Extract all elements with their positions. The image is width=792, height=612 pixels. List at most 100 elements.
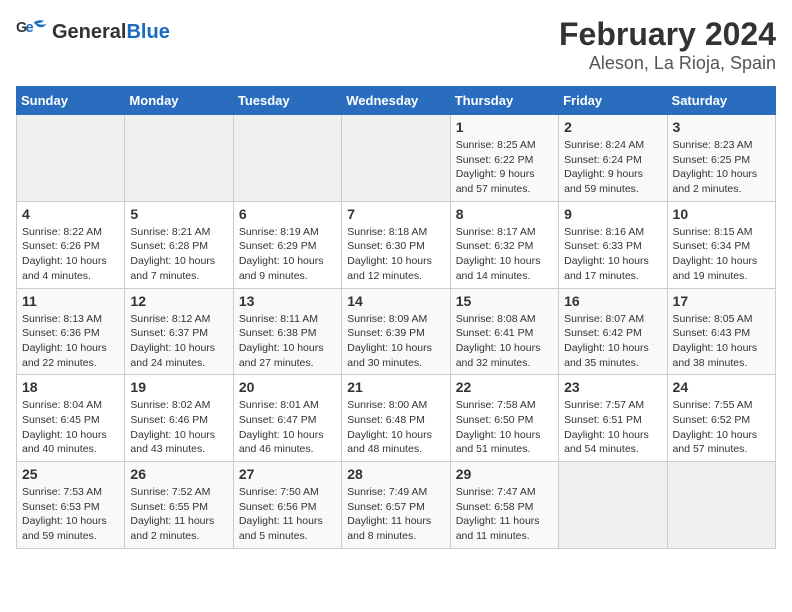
day-info: Sunrise: 7:52 AM Sunset: 6:55 PM Dayligh… [130, 485, 227, 544]
day-number: 12 [130, 293, 227, 309]
day-number: 5 [130, 206, 227, 222]
day-info: Sunrise: 7:58 AM Sunset: 6:50 PM Dayligh… [456, 398, 553, 457]
day-number: 3 [673, 119, 770, 135]
day-number: 23 [564, 379, 661, 395]
header-sunday: Sunday [17, 87, 125, 115]
title-block: February 2024 Aleson, La Rioja, Spain [559, 16, 776, 74]
day-info: Sunrise: 8:18 AM Sunset: 6:30 PM Dayligh… [347, 225, 444, 284]
calendar-cell [125, 115, 233, 202]
calendar-week-row: 18Sunrise: 8:04 AM Sunset: 6:45 PM Dayli… [17, 375, 776, 462]
day-info: Sunrise: 8:07 AM Sunset: 6:42 PM Dayligh… [564, 312, 661, 371]
day-info: Sunrise: 8:21 AM Sunset: 6:28 PM Dayligh… [130, 225, 227, 284]
calendar-cell: 9Sunrise: 8:16 AM Sunset: 6:33 PM Daylig… [559, 201, 667, 288]
header-wednesday: Wednesday [342, 87, 450, 115]
calendar-cell: 27 Sunrise: 7:50 AM Sunset: 6:56 PM Dayli… [233, 462, 341, 549]
logo-blue: Blue [126, 21, 169, 43]
day-info: Sunrise: 8:23 AM Sunset: 6:25 PM Dayligh… [673, 138, 770, 197]
day-info: Sunrise: 8:08 AM Sunset: 6:41 PM Dayligh… [456, 312, 553, 371]
calendar-cell: 14 Sunrise: 8:09 AM Sunset: 6:39 PM Dayli… [342, 288, 450, 375]
day-number: 6 [239, 206, 336, 222]
calendar-cell [559, 462, 667, 549]
header-tuesday: Tuesday [233, 87, 341, 115]
day-info: Sunrise: 8:19 AM Sunset: 6:29 PM Dayligh… [239, 225, 336, 284]
calendar-cell: 15Sunrise: 8:08 AM Sunset: 6:41 PM Dayli… [450, 288, 558, 375]
day-number: 8 [456, 206, 553, 222]
calendar-cell: 5 Sunrise: 8:21 AM Sunset: 6:28 PM Daylig… [125, 201, 233, 288]
day-number: 13 [239, 293, 336, 309]
day-info: Sunrise: 8:02 AM Sunset: 6:46 PM Dayligh… [130, 398, 227, 457]
day-info: Sunrise: 8:00 AM Sunset: 6:48 PM Dayligh… [347, 398, 444, 457]
calendar-cell: 11 Sunrise: 8:13 AM Sunset: 6:36 PM Dayli… [17, 288, 125, 375]
calendar-cell: 21 Sunrise: 8:00 AM Sunset: 6:48 PM Dayli… [342, 375, 450, 462]
calendar-week-row: 11 Sunrise: 8:13 AM Sunset: 6:36 PM Dayli… [17, 288, 776, 375]
day-info: Sunrise: 8:25 AM Sunset: 6:22 PM Dayligh… [456, 138, 553, 197]
calendar-week-row: 25 Sunrise: 7:53 AM Sunset: 6:53 PM Dayli… [17, 462, 776, 549]
calendar-cell: 25 Sunrise: 7:53 AM Sunset: 6:53 PM Dayli… [17, 462, 125, 549]
day-number: 1 [456, 119, 553, 135]
calendar-week-row: 1 Sunrise: 8:25 AM Sunset: 6:22 PM Daylig… [17, 115, 776, 202]
day-number: 11 [22, 293, 119, 309]
day-number: 17 [673, 293, 770, 309]
day-info: Sunrise: 7:53 AM Sunset: 6:53 PM Dayligh… [22, 485, 119, 544]
day-info: Sunrise: 8:09 AM Sunset: 6:39 PM Dayligh… [347, 312, 444, 371]
calendar-cell: 13 Sunrise: 8:11 AM Sunset: 6:38 PM Dayli… [233, 288, 341, 375]
day-number: 14 [347, 293, 444, 309]
day-info: Sunrise: 7:50 AM Sunset: 6:56 PM Dayligh… [239, 485, 336, 544]
calendar-header-row: SundayMondayTuesdayWednesdayThursdayFrid… [17, 87, 776, 115]
calendar-cell: 17 Sunrise: 8:05 AM Sunset: 6:43 PM Dayli… [667, 288, 775, 375]
calendar-cell: 7 Sunrise: 8:18 AM Sunset: 6:30 PM Daylig… [342, 201, 450, 288]
day-info: Sunrise: 8:11 AM Sunset: 6:38 PM Dayligh… [239, 312, 336, 371]
day-number: 7 [347, 206, 444, 222]
calendar-cell: 22 Sunrise: 7:58 AM Sunset: 6:50 PM Dayli… [450, 375, 558, 462]
day-number: 20 [239, 379, 336, 395]
day-number: 24 [673, 379, 770, 395]
day-number: 27 [239, 466, 336, 482]
day-info: Sunrise: 8:01 AM Sunset: 6:47 PM Dayligh… [239, 398, 336, 457]
calendar-cell: 1 Sunrise: 8:25 AM Sunset: 6:22 PM Daylig… [450, 115, 558, 202]
day-info: Sunrise: 8:24 AM Sunset: 6:24 PM Dayligh… [564, 138, 661, 197]
calendar-cell: 26Sunrise: 7:52 AM Sunset: 6:55 PM Dayli… [125, 462, 233, 549]
logo: G e GeneralBlue [16, 16, 170, 48]
day-number: 22 [456, 379, 553, 395]
day-number: 25 [22, 466, 119, 482]
day-number: 4 [22, 206, 119, 222]
header-saturday: Saturday [667, 87, 775, 115]
calendar-cell: 24 Sunrise: 7:55 AM Sunset: 6:52 PM Dayli… [667, 375, 775, 462]
day-info: Sunrise: 8:15 AM Sunset: 6:34 PM Dayligh… [673, 225, 770, 284]
calendar-cell [667, 462, 775, 549]
calendar-cell: 29Sunrise: 7:47 AM Sunset: 6:58 PM Dayli… [450, 462, 558, 549]
calendar-subtitle: Aleson, La Rioja, Spain [559, 53, 776, 74]
calendar-cell: 20 Sunrise: 8:01 AM Sunset: 6:47 PM Dayli… [233, 375, 341, 462]
day-number: 29 [456, 466, 553, 482]
calendar-cell: 28Sunrise: 7:49 AM Sunset: 6:57 PM Dayli… [342, 462, 450, 549]
calendar-cell: 18Sunrise: 8:04 AM Sunset: 6:45 PM Dayli… [17, 375, 125, 462]
day-number: 9 [564, 206, 661, 222]
day-info: Sunrise: 8:13 AM Sunset: 6:36 PM Dayligh… [22, 312, 119, 371]
calendar-cell [342, 115, 450, 202]
calendar-cell: 6 Sunrise: 8:19 AM Sunset: 6:29 PM Daylig… [233, 201, 341, 288]
logo-general: General [52, 21, 126, 43]
day-number: 10 [673, 206, 770, 222]
calendar-cell: 2 Sunrise: 8:24 AM Sunset: 6:24 PM Daylig… [559, 115, 667, 202]
day-info: Sunrise: 8:05 AM Sunset: 6:43 PM Dayligh… [673, 312, 770, 371]
logo-icon: G e [16, 16, 48, 48]
calendar-cell: 4 Sunrise: 8:22 AM Sunset: 6:26 PM Daylig… [17, 201, 125, 288]
day-info: Sunrise: 7:55 AM Sunset: 6:52 PM Dayligh… [673, 398, 770, 457]
calendar-cell: 16Sunrise: 8:07 AM Sunset: 6:42 PM Dayli… [559, 288, 667, 375]
day-number: 18 [22, 379, 119, 395]
day-info: Sunrise: 8:22 AM Sunset: 6:26 PM Dayligh… [22, 225, 119, 284]
day-number: 2 [564, 119, 661, 135]
day-info: Sunrise: 7:49 AM Sunset: 6:57 PM Dayligh… [347, 485, 444, 544]
day-number: 21 [347, 379, 444, 395]
day-number: 19 [130, 379, 227, 395]
calendar-cell [17, 115, 125, 202]
calendar-cell: 12Sunrise: 8:12 AM Sunset: 6:37 PM Dayli… [125, 288, 233, 375]
header-monday: Monday [125, 87, 233, 115]
svg-text:e: e [26, 20, 34, 36]
calendar-cell: 3 Sunrise: 8:23 AM Sunset: 6:25 PM Daylig… [667, 115, 775, 202]
calendar-cell: 19 Sunrise: 8:02 AM Sunset: 6:46 PM Dayli… [125, 375, 233, 462]
page-header: G e GeneralBlue February 2024 Aleson, La… [16, 16, 776, 74]
day-info: Sunrise: 7:57 AM Sunset: 6:51 PM Dayligh… [564, 398, 661, 457]
calendar-cell: 8Sunrise: 8:17 AM Sunset: 6:32 PM Daylig… [450, 201, 558, 288]
calendar-table: SundayMondayTuesdayWednesdayThursdayFrid… [16, 86, 776, 549]
